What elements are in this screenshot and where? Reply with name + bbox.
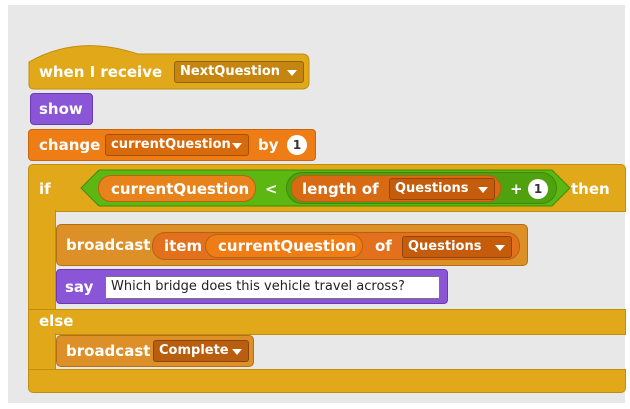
variable-dropdown[interactable]: currentQuestion [105, 134, 249, 156]
broadcast-label: broadcast [66, 236, 151, 254]
item-label: item [164, 237, 203, 255]
item-index-reporter[interactable]: currentQuestion [205, 234, 363, 258]
plus-value: 1 [533, 182, 543, 196]
item-index-label: currentQuestion [218, 237, 357, 255]
then-label: then [571, 180, 610, 198]
item-of-list-reporter[interactable]: item currentQuestion of Questions [152, 232, 520, 260]
chevron-down-icon [232, 349, 242, 355]
plus-symbol: + [510, 180, 523, 198]
if-label: if [39, 180, 51, 198]
by-label: by [258, 136, 279, 154]
dropdown-value: Questions [395, 181, 469, 196]
say-block[interactable]: say Which bridge does this vehicle trave… [56, 269, 448, 304]
if-footer [28, 369, 626, 393]
show-label: show [39, 100, 83, 118]
length-of-reporter[interactable]: length of Questions [291, 175, 501, 202]
change-amount-input[interactable]: 1 [287, 135, 307, 155]
chevron-down-icon [495, 245, 505, 251]
chevron-down-icon [232, 143, 242, 149]
change-variable-block[interactable]: change currentQuestion by 1 [28, 129, 316, 161]
less-than-symbol: < [265, 180, 278, 198]
item-list-dropdown[interactable]: Questions [402, 236, 512, 258]
broadcast-complete-block[interactable]: broadcast Complete [56, 335, 254, 367]
list-dropdown[interactable]: Questions [389, 178, 495, 200]
say-text-input[interactable]: Which bridge does this vehicle travel ac… [105, 276, 440, 299]
current-question-reporter[interactable]: currentQuestion [98, 175, 256, 202]
reporter-label: currentQuestion [111, 180, 250, 198]
dropdown-value: Questions [408, 239, 482, 254]
broadcast-message-dropdown[interactable]: NextQuestion [174, 61, 304, 83]
of-label: of [375, 237, 392, 255]
length-of-label: length of [302, 180, 379, 198]
hat-label: when I receive [39, 63, 163, 81]
broadcast-item-block[interactable]: broadcast item currentQuestion of Questi… [56, 224, 528, 266]
chevron-down-icon [287, 70, 297, 76]
else-label: else [39, 312, 74, 330]
scripts-area[interactable]: when I receive NextQuestion show change … [8, 5, 626, 403]
dropdown-value: NextQuestion [180, 64, 281, 79]
say-text-value: Which bridge does this vehicle travel ac… [111, 279, 405, 294]
dropdown-value: Complete [159, 343, 229, 358]
chevron-down-icon [478, 187, 488, 193]
say-label: say [65, 278, 94, 296]
show-block[interactable]: show [30, 93, 93, 125]
broadcast-label: broadcast [66, 342, 151, 360]
else-left-arm [28, 333, 56, 371]
change-label: change [39, 136, 101, 154]
if-left-arm [28, 210, 56, 312]
else-bar [28, 309, 626, 335]
dropdown-value: currentQuestion [111, 137, 231, 152]
change-amount-value: 1 [292, 138, 302, 152]
plus-value-input[interactable]: 1 [528, 179, 548, 199]
broadcast-message-dropdown[interactable]: Complete [153, 340, 249, 362]
